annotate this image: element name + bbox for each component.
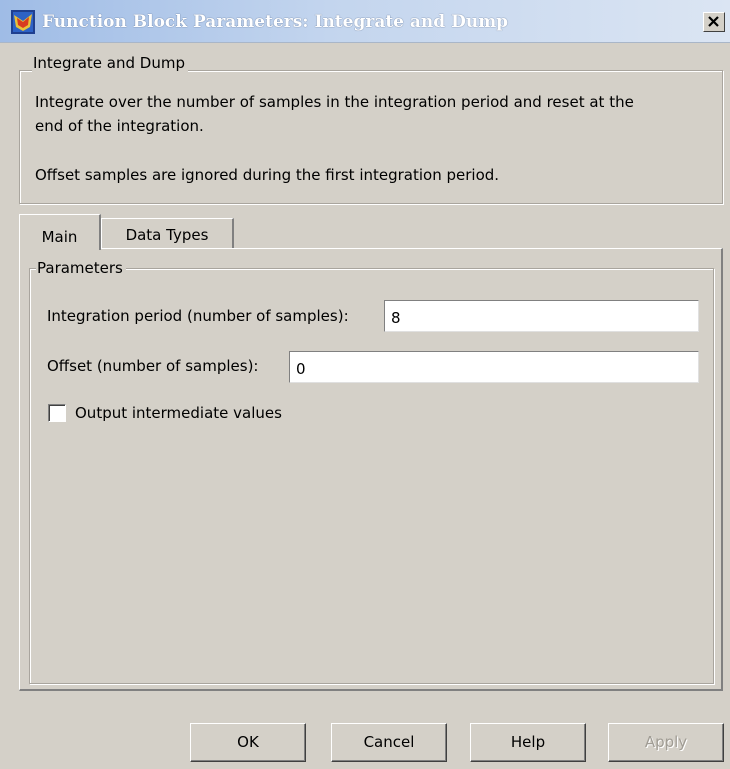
simulink-app-icon bbox=[11, 10, 35, 34]
description-line-1: Integrate over the number of samples in … bbox=[35, 93, 634, 111]
description-line-3: Offset samples are ignored during the fi… bbox=[35, 166, 500, 184]
tab-main-label: Main bbox=[41, 228, 78, 246]
tab-main[interactable]: Main bbox=[19, 214, 101, 250]
tab-data-types-label: Data Types bbox=[125, 226, 209, 244]
parameters-group-title: Parameters bbox=[36, 259, 126, 277]
output-intermediate-label: Output intermediate values bbox=[75, 404, 282, 422]
integration-period-label: Integration period (number of samples): bbox=[47, 307, 349, 325]
description-group-title: Integrate and Dump bbox=[32, 54, 188, 72]
apply-button[interactable]: Apply bbox=[608, 723, 724, 762]
close-icon bbox=[708, 16, 719, 27]
window-title: Function Block Parameters: Integrate and… bbox=[42, 12, 509, 32]
ok-button[interactable]: OK bbox=[190, 723, 306, 762]
tab-data-types[interactable]: Data Types bbox=[101, 218, 234, 248]
cancel-button[interactable]: Cancel bbox=[331, 723, 447, 762]
offset-input[interactable] bbox=[289, 351, 699, 383]
description-line-2: end of the integration. bbox=[35, 117, 204, 135]
close-button[interactable] bbox=[703, 12, 725, 32]
offset-label: Offset (number of samples): bbox=[47, 357, 259, 375]
help-button[interactable]: Help bbox=[470, 723, 586, 762]
integration-period-input[interactable] bbox=[384, 300, 699, 332]
title-bar[interactable]: Function Block Parameters: Integrate and… bbox=[0, 0, 730, 43]
output-intermediate-checkbox[interactable] bbox=[48, 404, 66, 422]
